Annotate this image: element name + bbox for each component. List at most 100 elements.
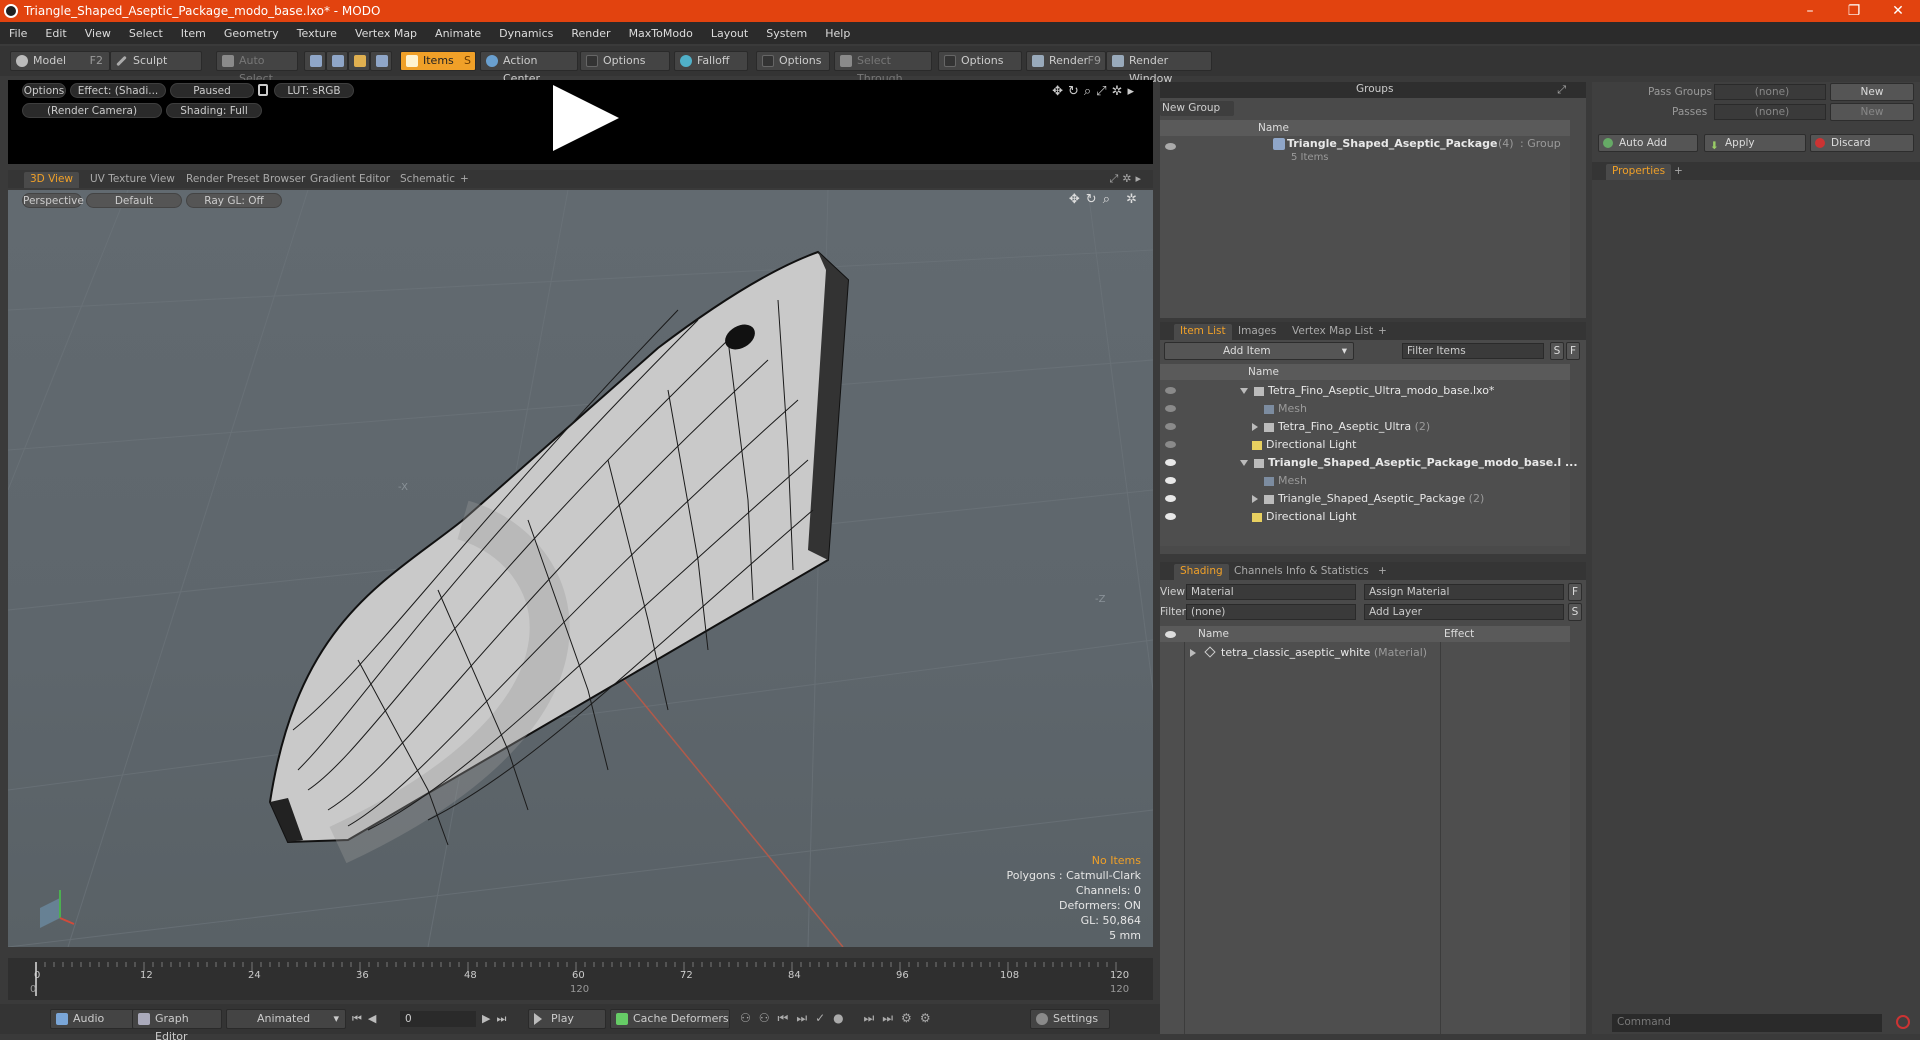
- vertices-mode-button[interactable]: [304, 51, 326, 71]
- render-button[interactable]: Render F9: [1026, 51, 1106, 71]
- select-through-options-button[interactable]: Options: [938, 51, 1022, 71]
- item-list-row[interactable]: Tetra_Fino_Aseptic_Ultra_modo_base.lxo*: [1160, 382, 1570, 400]
- discard-button[interactable]: Discard: [1810, 134, 1914, 152]
- new-pass-group-button[interactable]: New: [1830, 83, 1914, 101]
- animated-dropdown[interactable]: Animated ▾: [226, 1009, 346, 1029]
- visibility-eye-icon[interactable]: [1165, 477, 1176, 484]
- menu-edit[interactable]: Edit: [36, 27, 75, 40]
- preview-options-button[interactable]: Options: [22, 83, 66, 98]
- material-row[interactable]: tetra_classic_aseptic_white (Material): [1190, 644, 1427, 662]
- view-dropdown[interactable]: Material: [1186, 584, 1356, 600]
- preview-nav-icons[interactable]: ✥↻⌕⤢✲▸: [1052, 84, 1139, 99]
- shading-f-button[interactable]: F: [1568, 583, 1582, 601]
- item-list-row[interactable]: Triangle_Shaped_Aseptic_Package_modo_bas…: [1160, 454, 1578, 472]
- assign-material-dropdown[interactable]: Assign Material: [1364, 584, 1564, 600]
- apply-button[interactable]: ⬇ Apply: [1704, 134, 1806, 152]
- maximize-button[interactable]: ❐: [1832, 0, 1876, 22]
- visibility-eye-icon[interactable]: [1165, 441, 1176, 448]
- key-tools-icons[interactable]: ⚇⚇⏮⏭✓● ⏭⏭⚙⚙: [740, 1011, 939, 1026]
- tab-images[interactable]: Images: [1232, 324, 1282, 340]
- menu-item[interactable]: Item: [172, 27, 215, 40]
- visibility-eye-icon[interactable]: [1165, 143, 1176, 150]
- item-list-row[interactable]: Directional Light: [1160, 436, 1570, 454]
- shading-s-button[interactable]: S: [1568, 603, 1582, 621]
- select-through-button[interactable]: Select Through: [834, 51, 932, 85]
- tab-render-preset-browser[interactable]: Render Preset Browser: [180, 172, 311, 188]
- tab-vertex-map-list[interactable]: Vertex Map List: [1286, 324, 1379, 340]
- auto-select-button[interactable]: Auto Select: [216, 51, 298, 85]
- model-button[interactable]: Model F2: [10, 51, 110, 71]
- play-icon[interactable]: [553, 85, 619, 151]
- menu-layout[interactable]: Layout: [702, 27, 757, 40]
- tab-info-statistics[interactable]: Info & Statistics: [1280, 564, 1375, 580]
- menu-animate[interactable]: Animate: [426, 27, 490, 40]
- menu-system[interactable]: System: [757, 27, 816, 40]
- audio-button[interactable]: Audio: [50, 1009, 136, 1029]
- groups-name-column[interactable]: Name: [1258, 120, 1289, 136]
- visibility-eye-icon[interactable]: [1165, 513, 1176, 520]
- expand-arrow-icon[interactable]: [1252, 423, 1258, 431]
- filter-dropdown[interactable]: (none): [1186, 604, 1356, 620]
- step-forward-icons[interactable]: ▶⏭: [482, 1012, 512, 1026]
- groups-expand-icon[interactable]: ⤢: [1557, 83, 1566, 97]
- settings-button[interactable]: Settings: [1030, 1009, 1110, 1029]
- close-button[interactable]: ✕: [1876, 0, 1920, 22]
- tab-schematic[interactable]: Schematic: [394, 172, 461, 188]
- cache-deformers-button[interactable]: Cache Deformers: [610, 1009, 730, 1029]
- add-item-dropdown[interactable]: Add Item ▾: [1164, 342, 1354, 360]
- passes-dropdown[interactable]: (none): [1714, 104, 1826, 120]
- item-list-row[interactable]: Mesh: [1160, 400, 1570, 418]
- effect-dropdown[interactable]: Effect: (Shadi...: [70, 83, 166, 98]
- sculpt-button[interactable]: Sculpt: [110, 51, 202, 71]
- tab-gradient-editor[interactable]: Gradient Editor: [304, 172, 396, 188]
- action-center-button[interactable]: Action Center: [480, 51, 578, 85]
- filter-s-button[interactable]: S: [1550, 342, 1564, 360]
- play-button[interactable]: Play: [528, 1009, 606, 1029]
- add-tab-button[interactable]: +: [1668, 164, 1689, 180]
- frame-input[interactable]: 0: [400, 1011, 476, 1027]
- falloff-options-button[interactable]: Options: [756, 51, 830, 71]
- tab-bar-controls[interactable]: ⤢✲▸: [1109, 172, 1145, 186]
- add-layer-dropdown[interactable]: Add Layer: [1364, 604, 1564, 620]
- item-list-row[interactable]: Triangle_Shaped_Aseptic_Package (2): [1160, 490, 1570, 508]
- timeline[interactable]: 0 12 24 36 48 60 72 84 96 108 120 0 120 …: [8, 958, 1153, 1000]
- default-dropdown[interactable]: Default: [86, 193, 182, 208]
- filter-items-input[interactable]: Filter Items: [1402, 343, 1544, 359]
- perspective-dropdown[interactable]: Perspective: [22, 193, 84, 208]
- command-status-icon[interactable]: [1896, 1015, 1910, 1029]
- add-tab-button[interactable]: +: [454, 172, 475, 188]
- tab-shading[interactable]: Shading: [1174, 564, 1229, 580]
- menu-select[interactable]: Select: [120, 27, 172, 40]
- menu-help[interactable]: Help: [816, 27, 859, 40]
- visibility-eye-icon[interactable]: [1165, 405, 1176, 412]
- viewport-nav-icons[interactable]: ✥↻⌕ ✲: [1069, 192, 1143, 207]
- menu-geometry[interactable]: Geometry: [215, 27, 288, 40]
- render-window-button[interactable]: Render Window: [1106, 51, 1212, 85]
- paused-toggle[interactable]: Paused: [170, 83, 254, 98]
- minimize-button[interactable]: –: [1788, 0, 1832, 22]
- menu-dynamics[interactable]: Dynamics: [490, 27, 562, 40]
- visibility-eye-icon[interactable]: [1165, 387, 1176, 394]
- menu-vertex-map[interactable]: Vertex Map: [346, 27, 426, 40]
- shading-name-column[interactable]: Name: [1198, 626, 1229, 642]
- tab-properties[interactable]: Properties: [1606, 164, 1672, 180]
- pass-groups-dropdown[interactable]: (none): [1714, 84, 1826, 100]
- visibility-eye-icon[interactable]: [1165, 459, 1176, 466]
- visibility-eye-icon[interactable]: [1165, 495, 1176, 502]
- viewport-canvas[interactable]: -X -Z: [8, 190, 1153, 947]
- falloff-button[interactable]: Falloff: [674, 51, 748, 71]
- menu-view[interactable]: View: [76, 27, 120, 40]
- raygl-toggle[interactable]: Ray GL: Off: [186, 193, 282, 208]
- menu-maxtomodo[interactable]: MaxToModo: [620, 27, 702, 40]
- item-list-row[interactable]: Mesh: [1160, 472, 1570, 490]
- tab-item-list[interactable]: Item List: [1174, 324, 1232, 340]
- item-list-name-column[interactable]: Name: [1248, 364, 1279, 380]
- items-mode-button[interactable]: Items S: [400, 51, 476, 71]
- visibility-eye-icon[interactable]: [1165, 423, 1176, 430]
- camera-dropdown[interactable]: (Render Camera): [22, 103, 162, 118]
- menu-texture[interactable]: Texture: [288, 27, 346, 40]
- tab-3d-view[interactable]: 3D View: [24, 172, 80, 188]
- menu-file[interactable]: File: [0, 27, 36, 40]
- command-input[interactable]: Command: [1612, 1014, 1882, 1032]
- add-tab-button[interactable]: +: [1372, 324, 1393, 340]
